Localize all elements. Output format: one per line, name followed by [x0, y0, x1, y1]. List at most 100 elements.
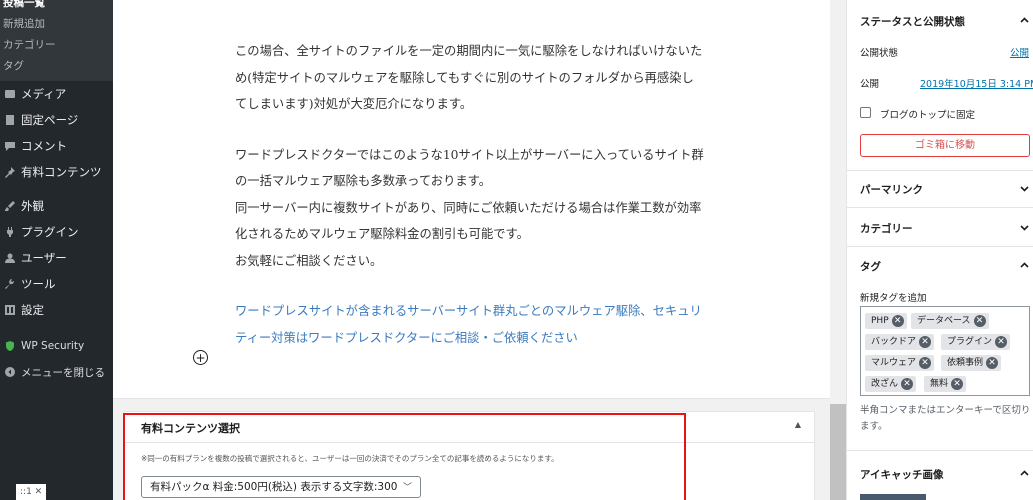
featured-image-preview[interactable]	[860, 494, 926, 500]
tag-chip[interactable]: データベース ✕	[911, 313, 989, 329]
tag-input-field[interactable]: PHP ✕ データベース ✕ バックドア ✕ プラグイン ✕ マルウェア ✕ 依頼事例 ✕ …	[860, 306, 1030, 396]
visibility-link[interactable]: 公開	[1010, 45, 1029, 59]
meta-box-area: 有料コンテンツ選択 ▲ ※同一の有料プランを複数の投稿で選択されると、ユーザーは…	[113, 398, 830, 500]
collapse-toggle-icon[interactable]: ▲	[795, 420, 801, 429]
chevron-up-icon[interactable]	[1020, 16, 1029, 25]
paid-content-metabox: 有料コンテンツ選択 ▲ ※同一の有料プランを複数の投稿で選択されると、ユーザーは…	[124, 411, 815, 500]
sidebar-item-wp-security[interactable]: WP Security	[0, 333, 113, 359]
select-value: 有料パックα 料金:500円(税込) 表示する文字数:300	[150, 481, 398, 493]
admin-sidebar: 投稿一覧 新規追加 カテゴリー タグ メディア 固定ページ コメント 有料コンテ…	[0, 0, 113, 500]
sidebar-item-settings[interactable]: 設定	[0, 297, 113, 323]
status-indicator[interactable]: ::1 ✕	[16, 484, 47, 500]
sidebar-item-users[interactable]: ユーザー	[0, 245, 113, 271]
plus-icon: +	[195, 350, 206, 365]
block-editor: この場合、全サイトのファイルを一定の期間内に一気に駆除をしなければいけないため(…	[113, 0, 830, 500]
posts-submenu: 投稿一覧 新規追加 カテゴリー タグ	[0, 0, 113, 81]
tag-chip[interactable]: 改ざん ✕	[865, 376, 917, 392]
remove-tag-icon[interactable]: ✕	[951, 378, 964, 390]
remove-tag-icon[interactable]: ✕	[901, 378, 914, 390]
publish-date-link[interactable]: 2019年10月15日 3:14 PM	[920, 76, 1033, 90]
sidebar-subitem-categories[interactable]: カテゴリー	[0, 35, 113, 56]
media-icon	[2, 87, 17, 102]
featured-image-header[interactable]: アイキャッチ画像	[860, 467, 943, 482]
sidebar-item-label: プラグイン	[21, 225, 79, 239]
new-tag-label: 新規タグを追加	[860, 293, 927, 304]
paragraph-block[interactable]: ワードプレスドクターではこのような10サイト以上がサーバーに入っているサイト群の…	[235, 142, 705, 195]
remove-tag-icon[interactable]: ✕	[995, 336, 1008, 348]
sidebar-item-plugins[interactable]: プラグイン	[0, 219, 113, 245]
metabox-note: ※同一の有料プランを複数の投稿で選択されると、ユーザーは一回の決済でそのプラン全…	[141, 454, 559, 463]
add-block-button[interactable]: +	[193, 350, 208, 365]
paragraph-block[interactable]: お気軽にご相談ください。	[235, 248, 705, 275]
sidebar-item-label: ユーザー	[21, 251, 67, 265]
wrench-icon	[2, 277, 17, 292]
tag-chip[interactable]: 依頼事例 ✕	[941, 355, 1002, 371]
sidebar-item-media[interactable]: メディア	[0, 81, 113, 107]
divider	[125, 442, 814, 443]
sidebar-item-label: メニューを閉じる	[21, 366, 105, 379]
content-link[interactable]: ワードプレスサイトが含まれるサーバーサイト群丸ごとのマルウェア駆除、セキュリティ…	[235, 298, 705, 351]
paragraph-block[interactable]: 同一サーバー内に複数サイトがあり、同時にご依頼いただける場合は作業工数が効率化さ…	[235, 195, 705, 248]
tag-label: 無料	[930, 379, 949, 389]
paragraph-block[interactable]: この場合、全サイトのファイルを一定の期間内に一気に駆除をしなければいけないため(…	[235, 38, 705, 118]
tag-header[interactable]: タグ	[860, 259, 881, 274]
scrollbar[interactable]	[830, 0, 846, 500]
sidebar-item-label: 外観	[21, 199, 44, 213]
post-content[interactable]: この場合、全サイトのファイルを一定の期間内に一気に駆除をしなければいけないため(…	[235, 38, 705, 375]
tag-label: PHP	[871, 316, 889, 326]
visibility-label: 公開状態	[860, 48, 899, 59]
sidebar-subitem-all-posts[interactable]: 投稿一覧	[0, 0, 113, 14]
tag-label: 改ざん	[871, 379, 899, 389]
chevron-up-icon[interactable]	[1020, 261, 1029, 270]
sidebar-subitem-tags[interactable]: タグ	[0, 56, 113, 77]
tag-chip[interactable]: PHP ✕	[865, 313, 907, 329]
sidebar-item-label: メディア	[21, 87, 67, 101]
remove-tag-icon[interactable]: ✕	[919, 357, 932, 369]
permalink-header[interactable]: パーマリンク	[860, 182, 923, 197]
settings-panel: ステータスと公開状態 公開状態 公開 公開 2019年10月15日 3:14 P…	[846, 0, 1033, 500]
remove-tag-icon[interactable]: ✕	[973, 315, 986, 327]
tag-chip[interactable]: マルウェア ✕	[865, 355, 935, 371]
sidebar-item-label: WP Security	[21, 340, 85, 352]
move-to-trash-button[interactable]: ゴミ箱に移動	[860, 134, 1030, 157]
sticky-checkbox[interactable]	[860, 107, 871, 118]
sidebar-item-label: コメント	[21, 139, 67, 153]
tag-chip[interactable]: プラグイン ✕	[941, 334, 1011, 350]
remove-tag-icon[interactable]: ✕	[986, 357, 999, 369]
sidebar-item-label: 設定	[21, 303, 44, 317]
sidebar-item-pages[interactable]: 固定ページ	[0, 107, 113, 133]
comment-icon	[2, 139, 17, 154]
paid-plan-select[interactable]: 有料パックα 料金:500円(税込) 表示する文字数:300 ﹀	[141, 476, 421, 498]
category-header[interactable]: カテゴリー	[860, 221, 913, 236]
chevron-down-icon[interactable]	[1020, 223, 1029, 232]
remove-tag-icon[interactable]: ✕	[919, 336, 932, 348]
sidebar-item-comments[interactable]: コメント	[0, 133, 113, 159]
tag-label: プラグイン	[947, 337, 993, 347]
publish-label: 公開	[860, 79, 880, 90]
sticky-label: ブログのトップに固定	[880, 110, 976, 121]
tag-chip[interactable]: 無料 ✕	[924, 376, 967, 392]
status-visibility-header[interactable]: ステータスと公開状態	[860, 14, 965, 29]
tag-label: マルウェア	[871, 358, 917, 368]
metabox-title: 有料コンテンツ選択	[141, 422, 240, 435]
collapse-menu-button[interactable]: メニューを閉じる	[0, 359, 113, 385]
tag-label: データベース	[917, 316, 971, 326]
sidebar-item-paid-content[interactable]: 有料コンテンツ	[0, 159, 113, 185]
settings-icon	[2, 303, 17, 318]
scrollbar-thumb[interactable]	[830, 404, 846, 500]
tag-label: バックドア	[871, 337, 917, 347]
shield-icon	[2, 339, 17, 354]
user-icon	[2, 251, 17, 266]
tag-chip[interactable]: バックドア ✕	[865, 334, 935, 350]
sidebar-item-tools[interactable]: ツール	[0, 271, 113, 297]
tag-label: 依頼事例	[947, 358, 984, 368]
pin-icon	[2, 165, 17, 180]
divider	[847, 246, 1033, 247]
chevron-up-icon[interactable]	[1020, 469, 1029, 478]
remove-tag-icon[interactable]: ✕	[891, 315, 904, 327]
chevron-down-icon[interactable]	[1020, 184, 1029, 193]
divider	[847, 450, 1033, 451]
sidebar-item-appearance[interactable]: 外観	[0, 193, 113, 219]
sidebar-subitem-add-new[interactable]: 新規追加	[0, 14, 113, 35]
tag-help-text: 半角コンマまたはエンターキーで区切ります。	[860, 405, 1031, 432]
